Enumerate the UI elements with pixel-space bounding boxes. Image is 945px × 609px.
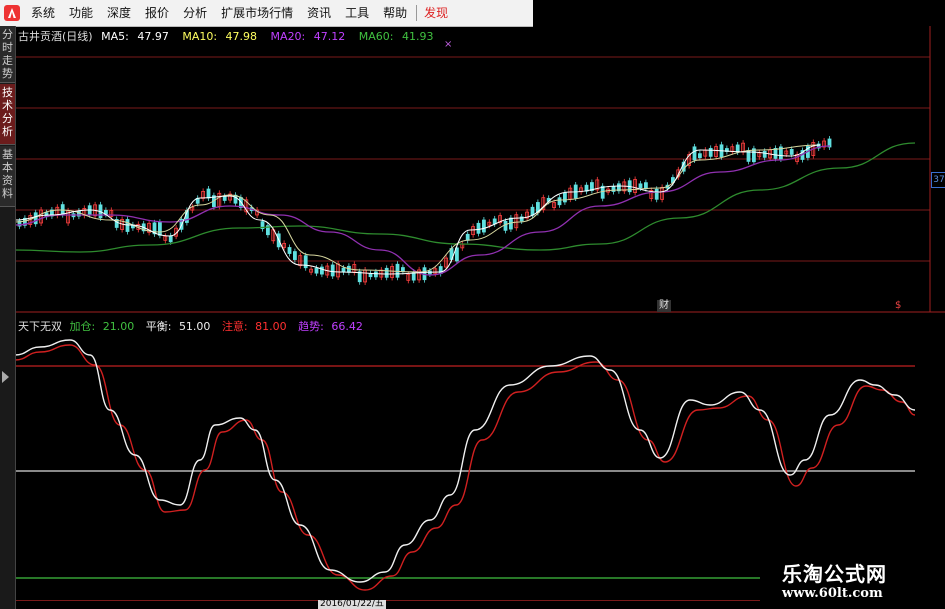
candle-down	[373, 271, 378, 278]
watermark: 乐淘公式网 www.60lt.com	[760, 548, 945, 609]
candle-down	[654, 188, 659, 200]
jiacang-legend: 加仓: 21.00	[69, 320, 135, 333]
stock-title: 古井贡酒(日线)	[18, 30, 93, 43]
candle-down	[476, 222, 481, 234]
candle-down	[395, 263, 400, 278]
tab-intraday[interactable]: 分时走势	[0, 26, 15, 83]
candle-down	[481, 219, 486, 233]
candle-down	[644, 182, 648, 190]
candle-down	[735, 144, 740, 153]
candle-down	[789, 149, 794, 155]
ma10-legend: MA10: 47.98	[182, 30, 258, 43]
menu-discover[interactable]: 发现	[417, 0, 455, 26]
candle-down	[557, 197, 562, 206]
candle-down	[157, 221, 162, 236]
watermark-url: www.60lt.com	[782, 586, 883, 601]
menu-quote[interactable]: 报价	[138, 0, 176, 26]
menu-function[interactable]: 功能	[62, 0, 100, 26]
qushi-legend: 趋势: 66.42	[298, 320, 363, 333]
candle-down	[530, 206, 535, 216]
candle-down	[708, 147, 713, 157]
candle-down	[357, 271, 362, 283]
ma5-legend: MA5: 47.97	[101, 30, 169, 43]
candle-down	[692, 146, 697, 161]
menu-bar: 系统 功能 深度 报价 分析 扩展市场行情 资讯 工具 帮助 发现	[0, 0, 533, 27]
cursor-date-label: 2016/01/22/五	[318, 599, 386, 609]
candle-down	[341, 267, 346, 273]
menu-system[interactable]: 系统	[24, 0, 62, 26]
candle-down	[303, 255, 308, 269]
menu-news[interactable]: 资讯	[300, 0, 338, 26]
main-chart-legend: 古井贡酒(日线) MA5: 47.97 MA10: 47.98 MA20: 47…	[18, 28, 443, 44]
candle-down	[168, 235, 173, 243]
pingheng-legend: 平衡: 51.00	[145, 320, 211, 333]
candle-down	[319, 266, 324, 275]
menu-extended-market[interactable]: 扩展市场行情	[214, 0, 300, 26]
candle-down	[384, 267, 389, 278]
candle-down	[206, 188, 211, 199]
dividend-event-mark[interactable]: $	[893, 300, 903, 312]
sidebar: 分时走势 技术分析 基本资料	[0, 26, 16, 609]
oscillator-white-line	[14, 339, 916, 583]
candle-down	[762, 150, 767, 158]
indicator-legend: 天下无双 加仓: 21.00 平衡: 51.00 注意: 81.00 趋势: 6…	[18, 318, 371, 334]
candle-down	[503, 220, 508, 231]
finance-event-mark[interactable]: 财	[657, 300, 671, 312]
ma10-line	[14, 144, 821, 273]
candle-down	[330, 264, 335, 277]
price-tag: 37	[931, 172, 945, 188]
candle-down	[368, 273, 373, 278]
ma20-legend: MA20: 47.12	[270, 30, 346, 43]
menu-tools[interactable]: 工具	[338, 0, 376, 26]
main-grid	[15, 26, 945, 313]
tab-fundamentals[interactable]: 基本资料	[0, 146, 15, 207]
candle-down	[400, 267, 405, 272]
menu-analysis[interactable]: 分析	[176, 0, 214, 26]
candle-down	[292, 251, 297, 260]
candle-down	[563, 192, 567, 203]
candle-down	[125, 219, 130, 232]
menu-help[interactable]: 帮助	[376, 0, 414, 26]
cursor-marker-icon: ×	[444, 39, 453, 50]
candle-down	[287, 247, 292, 254]
candle-down	[465, 233, 470, 241]
candle-down	[314, 267, 319, 274]
menu-depth[interactable]: 深度	[100, 0, 138, 26]
candle-down	[698, 153, 702, 159]
chart-canvas	[14, 26, 945, 591]
app-logo-icon	[4, 5, 20, 21]
ma60-legend: MA60: 41.93	[358, 30, 434, 43]
candle-down	[222, 196, 227, 201]
indicator-name: 天下无双	[18, 320, 62, 333]
zhuyi-legend: 注意: 81.00	[221, 320, 287, 333]
candle-down	[638, 183, 643, 189]
watermark-title: 乐淘公式网	[782, 562, 887, 586]
expand-arrow-icon[interactable]	[2, 371, 9, 383]
candle-down	[33, 212, 38, 225]
tab-technical-analysis[interactable]: 技术分析	[0, 84, 15, 145]
